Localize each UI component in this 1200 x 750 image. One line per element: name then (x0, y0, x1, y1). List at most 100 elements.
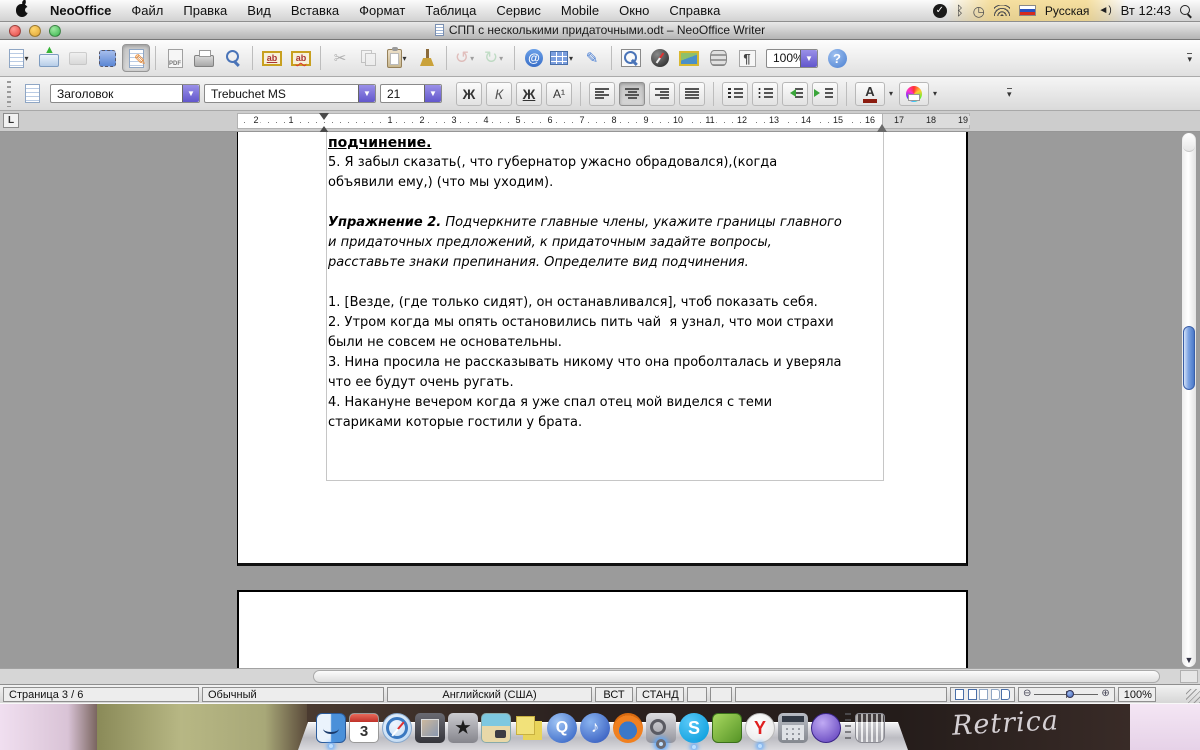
photo-booth-dock-icon[interactable] (415, 713, 445, 743)
align-right-button[interactable] (649, 81, 675, 106)
yandex-dock-icon[interactable]: Y (745, 713, 775, 743)
highlighting-button[interactable] (899, 81, 930, 106)
edit-file-button[interactable] (122, 44, 150, 72)
firefox-dock-icon[interactable] (613, 713, 643, 743)
print-button[interactable] (190, 44, 218, 72)
menu-item-table[interactable]: Таблица (415, 3, 486, 18)
status-modified-flag[interactable] (710, 686, 732, 702)
menu-item-edit[interactable]: Правка (173, 3, 237, 18)
right-margin-marker[interactable] (877, 119, 887, 132)
export-pdf-button[interactable]: PDF (161, 44, 189, 72)
zoom-in-icon[interactable]: ⊕ (1101, 689, 1109, 699)
zoom-combo[interactable]: 100%▼ (766, 48, 818, 68)
increase-indent-button[interactable] (812, 81, 838, 106)
vertical-scrollbar[interactable]: ▼ (1181, 132, 1197, 668)
numbered-list-button[interactable] (722, 81, 748, 106)
single-page-view-icon[interactable] (955, 688, 964, 700)
menu-item-insert[interactable]: Вставка (281, 3, 349, 18)
save-button[interactable] (64, 44, 92, 72)
skype-dock-icon[interactable]: S (679, 713, 709, 743)
zoom-window-button[interactable] (49, 25, 61, 37)
highlighting-dropdown-icon[interactable]: ▾ (933, 89, 937, 98)
multi-page-view-icon[interactable] (968, 688, 977, 700)
new-document-button[interactable]: ▾ (6, 44, 34, 72)
copy-button[interactable] (355, 44, 383, 72)
safari-dock-icon[interactable] (382, 713, 412, 743)
book-view-icon[interactable] (1001, 688, 1010, 700)
status-page-style[interactable]: Обычный (202, 686, 384, 702)
menu-item-file[interactable]: Файл (121, 3, 173, 18)
status-language[interactable]: Английский (США) (387, 686, 592, 702)
menu-item-tools[interactable]: Сервис (486, 3, 551, 18)
horizontal-ruler[interactable]: L 2 1 1 2 3 4 5 6 7 8 9 10 11 12 13 14 15 16 17 18 19 (0, 111, 1200, 132)
align-left-button[interactable] (589, 81, 615, 106)
quicktime-dock-icon[interactable]: Q (547, 713, 577, 743)
resize-grip[interactable] (1186, 689, 1200, 703)
open-button[interactable] (35, 44, 63, 72)
italic-button[interactable]: К (486, 81, 512, 106)
apple-menu-icon[interactable] (16, 4, 31, 17)
status-zoom-value[interactable]: 100% (1117, 686, 1156, 702)
font-size-dropdown-icon[interactable]: ▼ (424, 85, 441, 102)
input-language-label[interactable]: Русская (1045, 4, 1090, 18)
insert-table-dropdown-icon[interactable]: ▾ (569, 54, 576, 63)
input-language-flag-icon[interactable] (1018, 5, 1036, 16)
data-sources-button[interactable] (704, 44, 732, 72)
align-center-button[interactable] (619, 81, 645, 106)
gallery-button[interactable] (675, 44, 703, 72)
paste-dropdown-icon[interactable]: ▾ (403, 54, 410, 63)
justify-button[interactable] (679, 81, 705, 106)
font-name-dropdown-icon[interactable]: ▼ (358, 85, 375, 102)
zoom-slider-track[interactable] (1034, 689, 1099, 698)
menu-clock[interactable]: Вт 12:43 (1121, 3, 1171, 18)
spellcheck-button[interactable]: ab (258, 44, 286, 72)
status-page-number[interactable]: Страница 3 / 6 (3, 686, 199, 702)
bluetooth-icon[interactable]: ᛒ (956, 4, 964, 17)
iphoto-dock-icon[interactable] (481, 713, 511, 743)
calculator-dock-icon[interactable] (778, 713, 808, 743)
undo-dropdown-icon[interactable]: ▾ (470, 54, 477, 63)
font-color-dropdown-icon[interactable]: ▾ (889, 89, 893, 98)
menu-item-mobile[interactable]: Mobile (551, 3, 609, 18)
find-replace-button[interactable] (617, 44, 645, 72)
time-machine-icon[interactable]: ◷ (973, 4, 985, 18)
calendar-dock-icon[interactable]: 3 (349, 713, 379, 743)
decrease-indent-button[interactable] (782, 81, 808, 106)
toolbar-drag-handle[interactable] (7, 80, 11, 107)
zoom-dropdown-icon[interactable]: ▼ (800, 49, 817, 67)
status-hyperlink-mode[interactable] (687, 686, 707, 702)
menu-item-format[interactable]: Формат (349, 3, 415, 18)
bullet-list-button[interactable] (752, 81, 778, 106)
autospellcheck-button[interactable]: ab (287, 44, 315, 72)
gears-app-dock-icon[interactable] (646, 713, 676, 743)
redo-button[interactable]: ↻ ▾ (481, 44, 509, 72)
indent-marker[interactable] (318, 113, 330, 129)
paragraph-style-combo[interactable]: Заголовок ▼ (50, 84, 200, 103)
horizontal-scrollbar-thumb[interactable] (313, 670, 1160, 683)
styles-panel-button[interactable] (18, 80, 46, 108)
spotlight-icon[interactable] (1180, 4, 1192, 17)
document-text[interactable]: подчинение. 5. Я забыл сказать(, что губе… (328, 133, 884, 433)
new-document-dropdown-icon[interactable]: ▾ (25, 54, 32, 63)
formatting-toolbar-overflow-icon[interactable]: ▾ (1007, 88, 1012, 99)
paste-button[interactable]: ▾ (384, 44, 412, 72)
font-name-combo[interactable]: Trebuchet MS ▼ (204, 84, 376, 103)
redo-dropdown-icon[interactable]: ▾ (499, 54, 506, 63)
hyperlink-button[interactable]: @ (520, 44, 548, 72)
minimize-button[interactable] (29, 25, 41, 37)
font-color-button[interactable]: A (855, 81, 885, 106)
insert-table-button[interactable]: ▾ (549, 44, 577, 72)
draw-functions-button[interactable]: ✎ (578, 44, 606, 72)
page-preview-button[interactable] (219, 44, 247, 72)
imovie-dock-icon[interactable]: ★ (448, 713, 478, 743)
scroll-down-arrow-icon[interactable]: ▼ (1182, 654, 1196, 666)
finder-dock-icon[interactable] (316, 713, 346, 743)
bold-button[interactable]: Ж (456, 81, 482, 106)
cut-button[interactable]: ✂ (326, 44, 354, 72)
zoom-slider[interactable]: ⊖ ⊕ (1018, 686, 1115, 702)
standard-toolbar-overflow-icon[interactable]: ▾ (1187, 52, 1192, 64)
nonprinting-characters-button[interactable]: ¶ (733, 44, 761, 72)
stickies-dock-icon[interactable] (514, 713, 544, 743)
itunes-dock-icon[interactable]: ♪ (580, 713, 610, 743)
status-selection-mode[interactable]: СТАНД (636, 686, 684, 702)
